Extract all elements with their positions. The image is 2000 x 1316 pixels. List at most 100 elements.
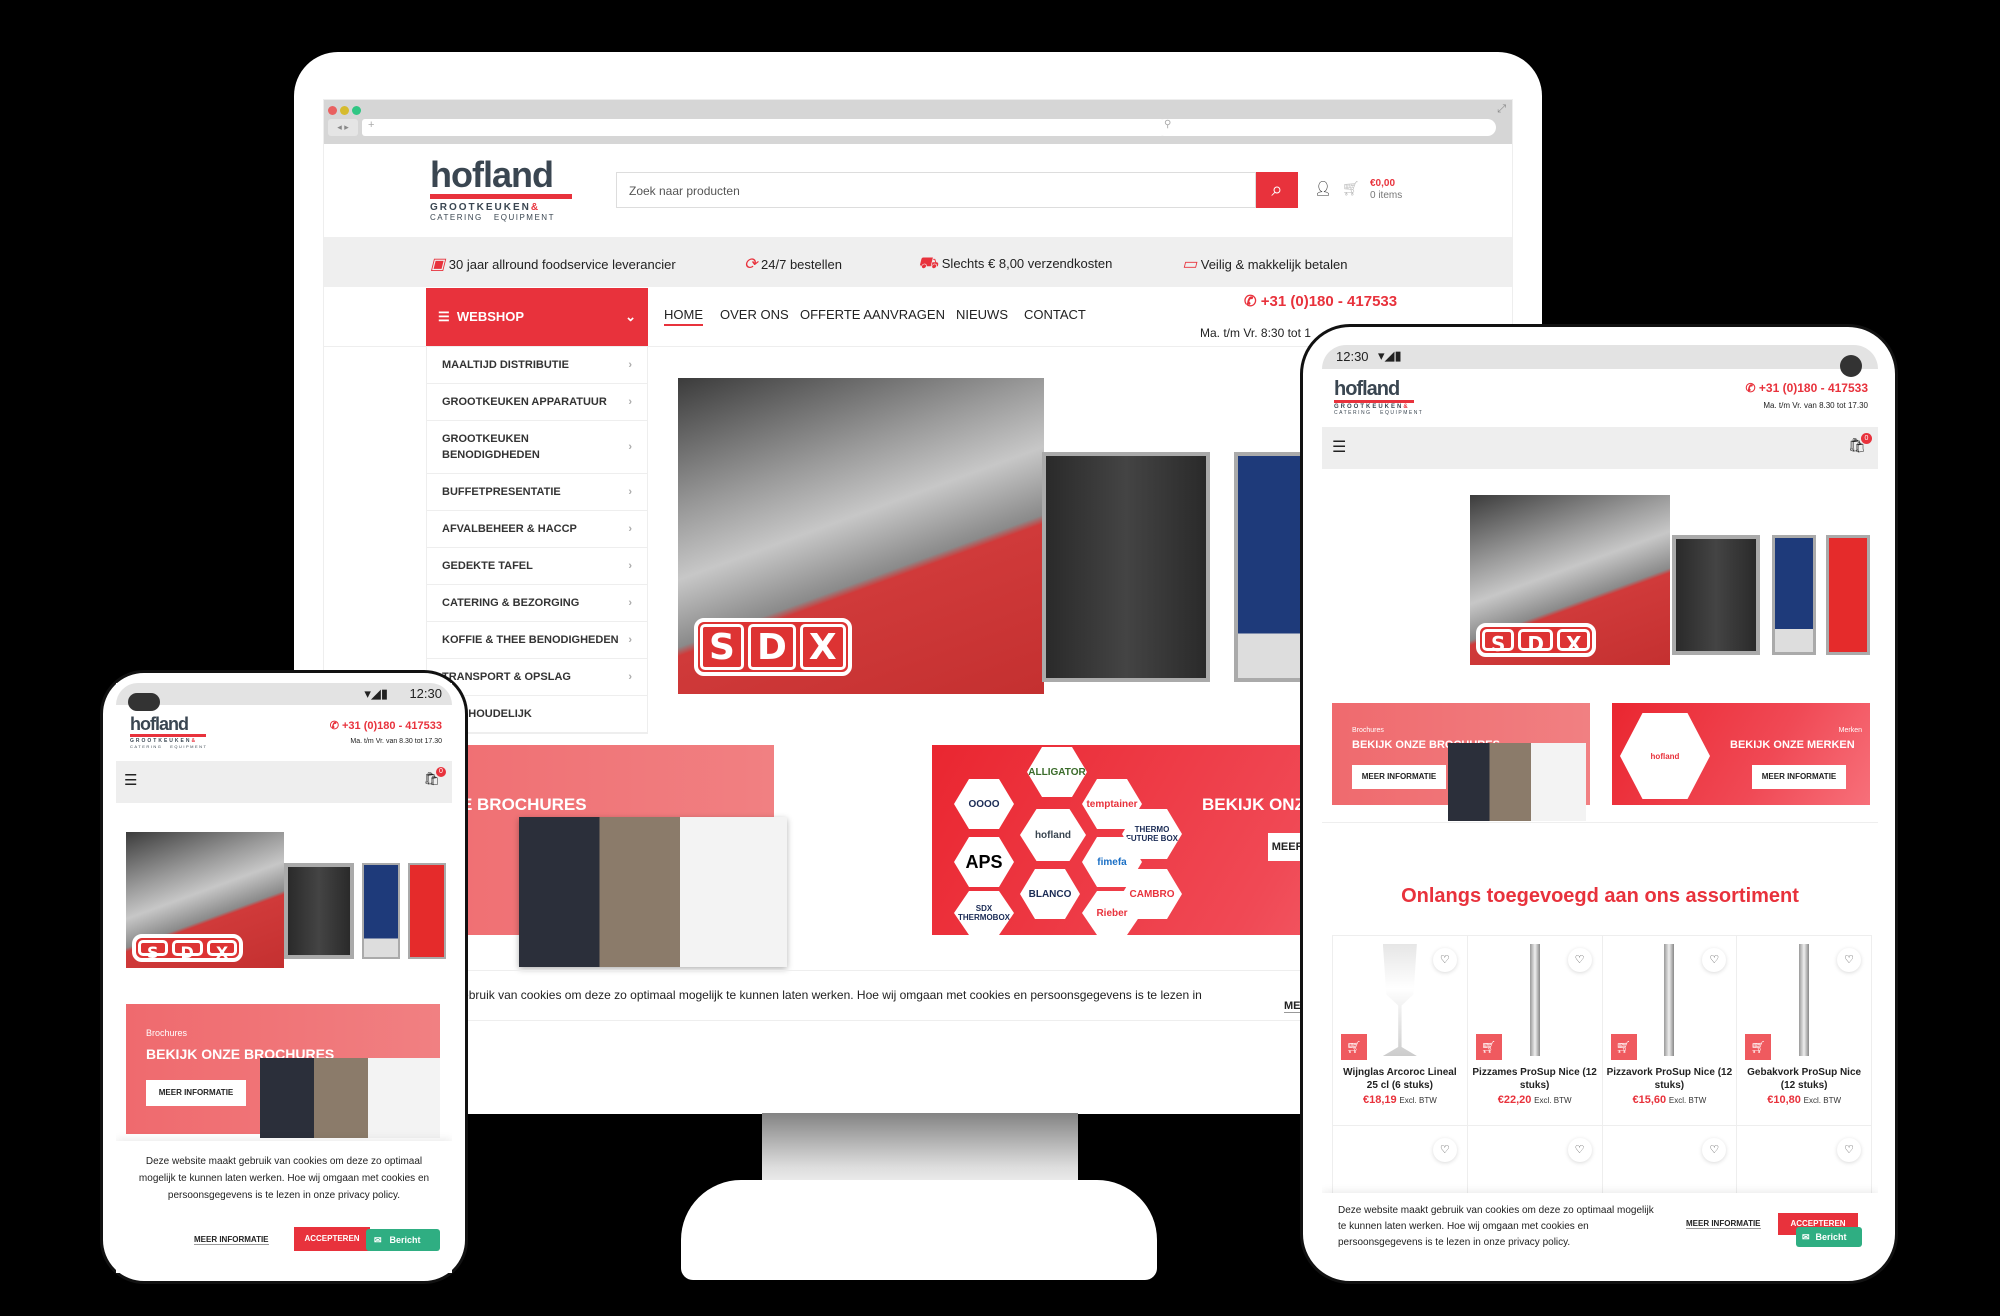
category-item[interactable]: GROOTKEUKEN APPARATUUR › (427, 384, 647, 421)
hamburger-icon[interactable]: ☰ (1332, 437, 1346, 457)
site-logo[interactable]: hofland GROOTKEUKEN& CATERING EQUIPMENT (130, 715, 210, 749)
cart-icon[interactable]: 🛒︎ (1342, 180, 1360, 197)
meer-informatie-button[interactable]: MEER INFORMATIE (1752, 765, 1846, 789)
clock: 12:30 (1336, 349, 1369, 364)
wishlist-heart-icon[interactable]: ♡ (1702, 1138, 1726, 1162)
brands-banner[interactable]: Merken hofland BEKIJK ONZE MERKEN MEER I… (1612, 703, 1870, 805)
product-card[interactable]: ♡ (1467, 1126, 1603, 1196)
chevron-right-icon: › (628, 396, 632, 408)
add-to-cart-icon[interactable]: 🛒︎ (1475, 1034, 1502, 1060)
sdx-logo: SDX (132, 934, 244, 962)
hero-image[interactable]: SDX (1470, 495, 1670, 665)
user-account-icon[interactable]: 👤︎ (1314, 180, 1332, 197)
chevron-right-icon: › (628, 671, 632, 683)
category-item[interactable]: BUFFETPRESENTATIE › (427, 474, 647, 511)
brochures-banner[interactable]: Brochures BEKIJK ONZE BROCHURES MEER INF… (1332, 703, 1590, 821)
minimize-window-icon[interactable] (340, 106, 349, 115)
mini-cart[interactable]: €0,00 0 items (1370, 178, 1402, 202)
browser-search-bar[interactable]: ⚲ (1156, 119, 1496, 136)
chat-message-button[interactable]: ✉ Bericht (1796, 1227, 1862, 1247)
phone-number[interactable]: ✆ +31 (0)180 - 417533 (1244, 292, 1397, 310)
nav-contact[interactable]: CONTACT (1024, 307, 1086, 322)
phone-number[interactable]: ✆ +31 (0)180 - 417533 (330, 719, 442, 732)
webshop-menu-toggle[interactable]: ☰ WEBSHOP ⌄ (426, 288, 648, 346)
product-card[interactable]: ♡ 🛒︎ Pizzavork ProSup Nice (12 stuks) €1… (1602, 936, 1738, 1126)
hero-image[interactable]: SDX (678, 378, 1044, 694)
phone-icon: ✆ (1745, 381, 1756, 395)
category-item[interactable]: CATERING & BEZORGING › (427, 585, 647, 622)
chevron-right-icon: › (628, 560, 632, 572)
cookie-more-info-link[interactable]: MEER INFORMATIE (194, 1235, 269, 1245)
hero-image[interactable]: SDX (126, 832, 284, 968)
wishlist-heart-icon[interactable]: ♡ (1433, 948, 1457, 972)
category-item[interactable]: AFVALBEHEER & HACCP › (427, 511, 647, 548)
product-grid: ♡ 🛒︎ Wijnglas Arcoroc Lineal 25 cl (6 st… (1332, 935, 1872, 1196)
site-logo[interactable]: hofland GROOTKEUKEN& CATERING EQUIPMENT (1334, 379, 1424, 416)
opening-hours: Ma. t/m Vr. van 8.30 tot 17.30 (350, 738, 442, 745)
close-window-icon[interactable] (328, 106, 337, 115)
add-to-cart-icon[interactable]: 🛒︎ (1610, 1034, 1637, 1060)
product-card[interactable]: ♡ 🛒︎ Gebakvork ProSup Nice (12 stuks) €1… (1737, 936, 1872, 1126)
category-item[interactable]: GEDEKTE TAFEL › (427, 548, 647, 585)
wishlist-heart-icon[interactable]: ♡ (1837, 948, 1861, 972)
24-7-icon: ⟳ (744, 256, 758, 273)
nav-home[interactable]: HOME (664, 307, 703, 326)
brochure-image (519, 817, 787, 967)
wishlist-heart-icon[interactable]: ♡ (1568, 948, 1592, 972)
product-search-input[interactable]: Zoek naar producten (616, 172, 1256, 208)
address-bar[interactable]: + (362, 119, 1164, 136)
wishlist-heart-icon[interactable]: ♡ (1433, 1138, 1457, 1162)
brand-logos: hofland (1620, 713, 1710, 799)
product-card[interactable]: ♡ (1602, 1126, 1738, 1196)
product-card[interactable]: ♡ (1333, 1126, 1468, 1196)
nav-offerte-aanvragen[interactable]: OFFERTE AANVRAGEN (800, 307, 945, 322)
nav-over-ons[interactable]: OVER ONS (720, 307, 789, 322)
brochure-image (1448, 743, 1586, 821)
meer-informatie-button[interactable]: MEER INFORMATIE (1352, 765, 1446, 789)
chevron-right-icon: › (628, 597, 632, 609)
add-to-cart-icon[interactable]: 🛒︎ (1341, 1034, 1367, 1060)
meer-informatie-button[interactable]: MEER INFORMATIE (146, 1080, 246, 1106)
envelope-icon: ✉ (374, 1234, 382, 1245)
brochures-banner[interactable]: Brochures BEKIJK ONZE BROCHURES MEER INF… (126, 1004, 440, 1138)
back-forward-buttons[interactable]: ◂ ▸ (328, 119, 358, 136)
status-bar: ▾◢▮ 12:30 (116, 683, 452, 711)
category-menu: MAALTIJD DISTRIBUTIE › GROOTKEUKEN APPARA… (426, 346, 648, 734)
wishlist-heart-icon[interactable]: ♡ (1837, 1138, 1861, 1162)
brochure-image (260, 1058, 440, 1138)
hamburger-icon[interactable]: ☰ (124, 771, 137, 789)
usp-item: ▭ Veilig & makkelijk betalen (1182, 256, 1348, 273)
chat-message-button[interactable]: ✉ Bericht (366, 1229, 440, 1251)
cookie-banner: Deze website maakt gebruik van cookies o… (116, 1141, 452, 1273)
category-item[interactable]: MAALTIJD DISTRIBUTIE › (427, 347, 647, 384)
category-item[interactable]: GROOTKEUKEN BENODIGDHEDEN › (427, 421, 647, 474)
category-item[interactable]: KOFFIE & THEE BENODIGHEDEN › (427, 622, 647, 659)
product-image-fork (1664, 944, 1675, 1056)
nav-nieuws[interactable]: NIEUWS (956, 307, 1008, 322)
cart-count-badge: 0 (1861, 433, 1872, 444)
cookie-more-info-link[interactable]: MEER INFORMATIE (1686, 1219, 1761, 1229)
monitor-base (681, 1180, 1157, 1280)
truck-icon: ⛟ (918, 255, 939, 272)
wishlist-heart-icon[interactable]: ♡ (1702, 948, 1726, 972)
phone-number[interactable]: ✆ +31 (0)180 - 417533 (1746, 381, 1869, 395)
clock: 12:30 (409, 686, 442, 701)
product-card[interactable]: ♡ 🛒︎ Pizzames ProSup Nice (12 stuks) €22… (1467, 936, 1603, 1126)
maximize-window-icon[interactable] (352, 106, 361, 115)
product-image-wineglass (1382, 944, 1417, 1056)
site-logo[interactable]: hofland GROOTKEUKEN& CATERING EQUIPMENT (430, 157, 580, 222)
product-card[interactable]: ♡ 🛒︎ Wijnglas Arcoroc Lineal 25 cl (6 st… (1333, 936, 1468, 1126)
wifi-signal-battery-icons: ▾◢▮ (1378, 348, 1402, 363)
add-to-cart-icon[interactable]: 🛒︎ (1745, 1034, 1772, 1060)
cookie-notice-text: Deze website maakt gebruik van cookies o… (138, 1156, 430, 1201)
wishlist-heart-icon[interactable]: ♡ (1568, 1138, 1592, 1162)
camera-icon (1840, 355, 1862, 377)
phone-icon: ✆ (1244, 293, 1257, 310)
search-button[interactable]: ⌕ (1256, 172, 1298, 208)
product-card[interactable]: ♡ (1737, 1126, 1872, 1196)
expand-icon[interactable]: ⤢ (1497, 103, 1506, 116)
phone-screen: ▾◢▮ 12:30 hofland GROOTKEUKEN& CATERING … (116, 683, 452, 1273)
trolley-red (408, 863, 446, 959)
mobile-nav-bar: ☰ 🛍︎ 0 (116, 761, 452, 803)
accept-cookies-button[interactable]: ACCEPTEREN (294, 1227, 370, 1251)
